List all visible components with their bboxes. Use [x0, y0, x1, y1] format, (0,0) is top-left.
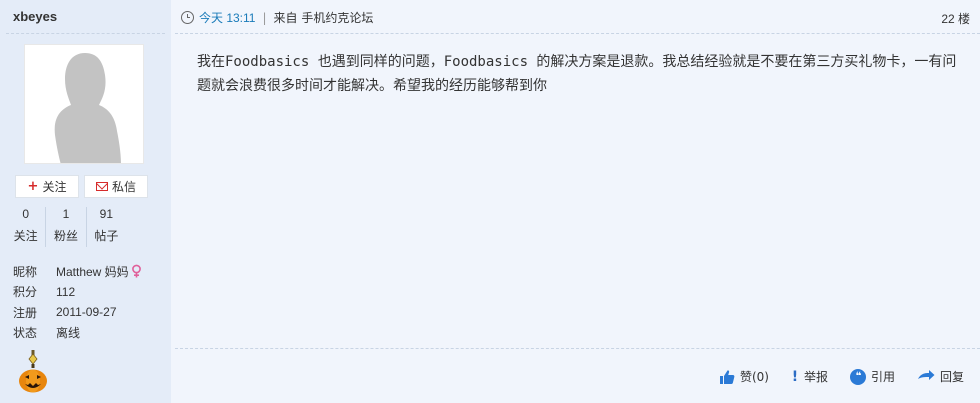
divider [175, 348, 980, 349]
reply-button[interactable]: 回复 [917, 368, 964, 385]
user-info: 昵称 Matthew 妈妈 积分 112 注册 2011-09-27 状态 离线 [13, 261, 142, 343]
stat-posts[interactable]: 91 帖子 [87, 207, 126, 247]
follow-button[interactable]: + 关注 [15, 175, 79, 198]
post-time[interactable]: 今天 13:11 [199, 9, 255, 26]
author-sidebar: xbeyes + 关注 私信 0 关注 1 粉丝 91 帖子 昵称 Matthe [0, 0, 171, 403]
quote-button[interactable]: ❝ 引用 [849, 368, 895, 385]
thumbs-up-icon [719, 369, 735, 384]
like-label: 赞(0) [739, 370, 769, 384]
stat-followers-count: 1 [62, 207, 70, 221]
like-button[interactable]: 赞(0) [719, 368, 769, 385]
stat-posts-label: 帖子 [94, 229, 119, 243]
envelope-icon [95, 182, 108, 191]
message-label: 私信 [111, 180, 136, 194]
info-row-status: 状态 离线 [13, 323, 142, 344]
info-row-nickname: 昵称 Matthew 妈妈 [13, 261, 142, 282]
reply-arrow-icon [917, 369, 935, 380]
plus-icon: + [27, 179, 39, 194]
follow-label: 关注 [42, 180, 67, 194]
stat-followers[interactable]: 1 粉丝 [46, 207, 87, 247]
post-content: 我在Foodbasics 也遇到同样的问题，Foodbasics 的解决方案是退… [197, 54, 957, 94]
avatar[interactable] [24, 44, 144, 164]
female-icon [131, 264, 141, 278]
info-key: 昵称 [13, 264, 38, 279]
report-label: 举报 [803, 370, 828, 384]
post-header: 今天 13:11 | 来自 手机约克论坛 22 楼 [171, 0, 980, 33]
post-actions: 赞(0) ! 举报 ❝ 引用 回复 [719, 368, 964, 385]
stat-following-label: 关注 [13, 229, 38, 243]
stat-following[interactable]: 0 关注 [6, 207, 47, 247]
user-stats: 0 关注 1 粉丝 91 帖子 [6, 207, 126, 247]
stat-posts-count: 91 [99, 207, 113, 221]
info-value-points: 112 [56, 284, 76, 299]
pumpkin-medal-icon[interactable] [17, 350, 49, 394]
nickname-text: Matthew 妈妈 [56, 264, 129, 279]
divider [175, 33, 980, 34]
info-row-points: 积分 112 [13, 282, 142, 303]
floor-number[interactable]: 22 楼 [941, 10, 970, 27]
meta-separator: | [262, 10, 267, 25]
message-button[interactable]: 私信 [84, 175, 148, 198]
clock-icon [181, 11, 194, 24]
info-row-registered: 注册 2011-09-27 [13, 302, 142, 323]
info-key: 注册 [13, 305, 38, 320]
info-key: 状态 [13, 326, 38, 341]
author-username[interactable]: xbeyes [13, 9, 57, 24]
info-value-registered: 2011-09-27 [56, 305, 117, 320]
info-value-nickname: Matthew 妈妈 [56, 263, 142, 280]
stat-followers-label: 粉丝 [53, 229, 78, 243]
info-value-status: 离线 [56, 326, 81, 341]
post-source: 来自 手机约克论坛 [273, 11, 374, 25]
post-main: 今天 13:11 | 来自 手机约克论坛 22 楼 我在Foodbasics 也… [171, 0, 980, 403]
divider [6, 33, 165, 34]
report-button[interactable]: ! 举报 [791, 368, 828, 385]
quote-label: 引用 [870, 370, 895, 384]
post-meta: 今天 13:11 | 来自 手机约克论坛 [181, 9, 373, 26]
stat-following-count: 0 [22, 207, 29, 221]
info-key: 积分 [13, 285, 38, 300]
reply-label: 回复 [939, 370, 964, 384]
default-avatar-silhouette-icon [54, 53, 121, 163]
quote-icon: ❝ [849, 368, 866, 385]
exclamation-icon: ! [791, 368, 799, 385]
